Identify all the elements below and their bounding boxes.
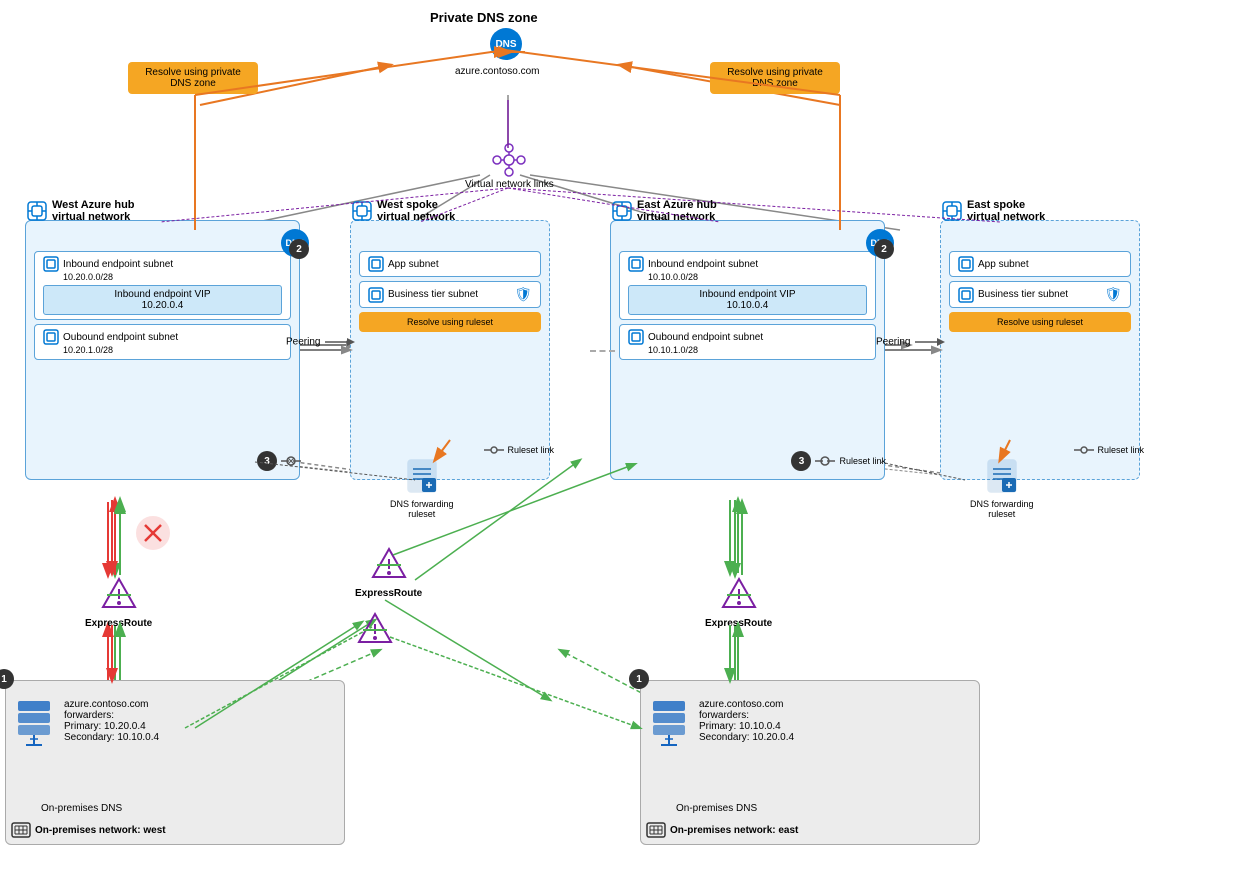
onprem-east-badge: 1 [629,669,649,689]
vnet-links: Virtual network links [465,140,554,190]
east-business-shield-icon: 🛡 [1104,286,1122,303]
onprem-east-dns-label: On-premises DNS [676,803,757,814]
expressroute-center-left: ExpressRoute [355,545,422,599]
east-hub-ruleset-link: 3 Ruleset link [791,451,886,471]
west-hub-badge3: 3 [257,451,277,471]
east-hub-outbound-subnet: Oubound endpoint subnet 10.10.1.0/28 [619,324,876,360]
west-spoke-business-subnet: Business tier subnet 🛡 [359,281,541,308]
east-peering-label: Peering [876,336,945,348]
east-spoke-ruleset-link-label: Ruleset link [1074,443,1144,457]
east-spoke-resolve-box: Resolve using ruleset [949,312,1131,332]
expressroute-east: ExpressRoute [705,575,772,629]
west-hub-outbound-subnet: Oubound endpoint subnet 10.20.1.0/28 [34,324,291,360]
resolve-east-box: Resolve using private DNS zone [710,62,840,94]
west-dns-ruleset: DNS forwarding ruleset [390,458,454,519]
private-dns-zone-label: Private DNS zone [430,10,538,25]
onprem-east-network: 1 azure.contoso.com forwarders: Primary:… [640,680,980,845]
west-peering-label: Peering [286,336,355,348]
hub-separator [590,350,615,352]
west-business-shield-icon: 🛡 [514,286,532,303]
east-spoke-vnet: East spoke virtual network Peering App s… [940,220,1140,480]
east-hub-vnet: East Azure hub virtual network DNS 2 Inb… [610,220,885,480]
west-spoke-ruleset-link-label: Ruleset link [484,443,554,457]
onprem-west-network: 1 azure.contoso.com forwarders: Primary:… [5,680,345,845]
expressroute-center-right [355,610,395,653]
east-spoke-app-subnet: App subnet [949,251,1131,277]
resolve-west-box: Resolve using private DNS zone [128,62,258,94]
west-hub-vnet: West Azure hub virtual network DNS 2 Inb… [25,220,300,480]
blocked-indicator [135,515,171,554]
east-spoke-business-subnet: Business tier subnet 🛡 [949,281,1131,308]
east-hub-inbound-subnet: Inbound endpoint subnet 10.10.0.0/28 Inb… [619,251,876,320]
dns-icon: DNS [490,28,522,60]
east-hub-inbound-vip: Inbound endpoint VIP 10.10.0.4 [628,285,867,315]
expressroute-west: ExpressRoute [85,575,152,629]
west-spoke-app-subnet: App subnet [359,251,541,277]
west-hub-title-row: West Azure hub virtual network [26,199,135,223]
west-spoke-vnet: West spoke virtual network Peering App s… [350,220,550,480]
west-spoke-title-row: West spoke virtual network [351,199,455,223]
east-hub-title-row: East Azure hub virtual network [611,199,717,223]
onprem-west-dns-label: On-premises DNS [41,803,122,814]
onprem-east-network-label: On-premises network: east [646,816,798,844]
west-hub-inbound-vip: Inbound endpoint VIP 10.20.0.4 [43,285,282,315]
onprem-west-network-label: On-premises network: west [11,816,166,844]
east-hub-badge3: 3 [791,451,811,471]
west-hub-inbound-subnet: Inbound endpoint subnet 10.20.0.0/28 Inb… [34,251,291,320]
west-spoke-resolve-box: Resolve using ruleset [359,312,541,332]
west-hub-ruleset-link: 3 [257,451,301,471]
west-hub-badge2: 2 [289,239,309,259]
dns-domain-label: azure.contoso.com [455,65,540,77]
east-dns-ruleset: DNS forwarding ruleset [970,458,1034,519]
east-hub-badge2: 2 [874,239,894,259]
east-spoke-title-row: East spoke virtual network [941,199,1045,223]
